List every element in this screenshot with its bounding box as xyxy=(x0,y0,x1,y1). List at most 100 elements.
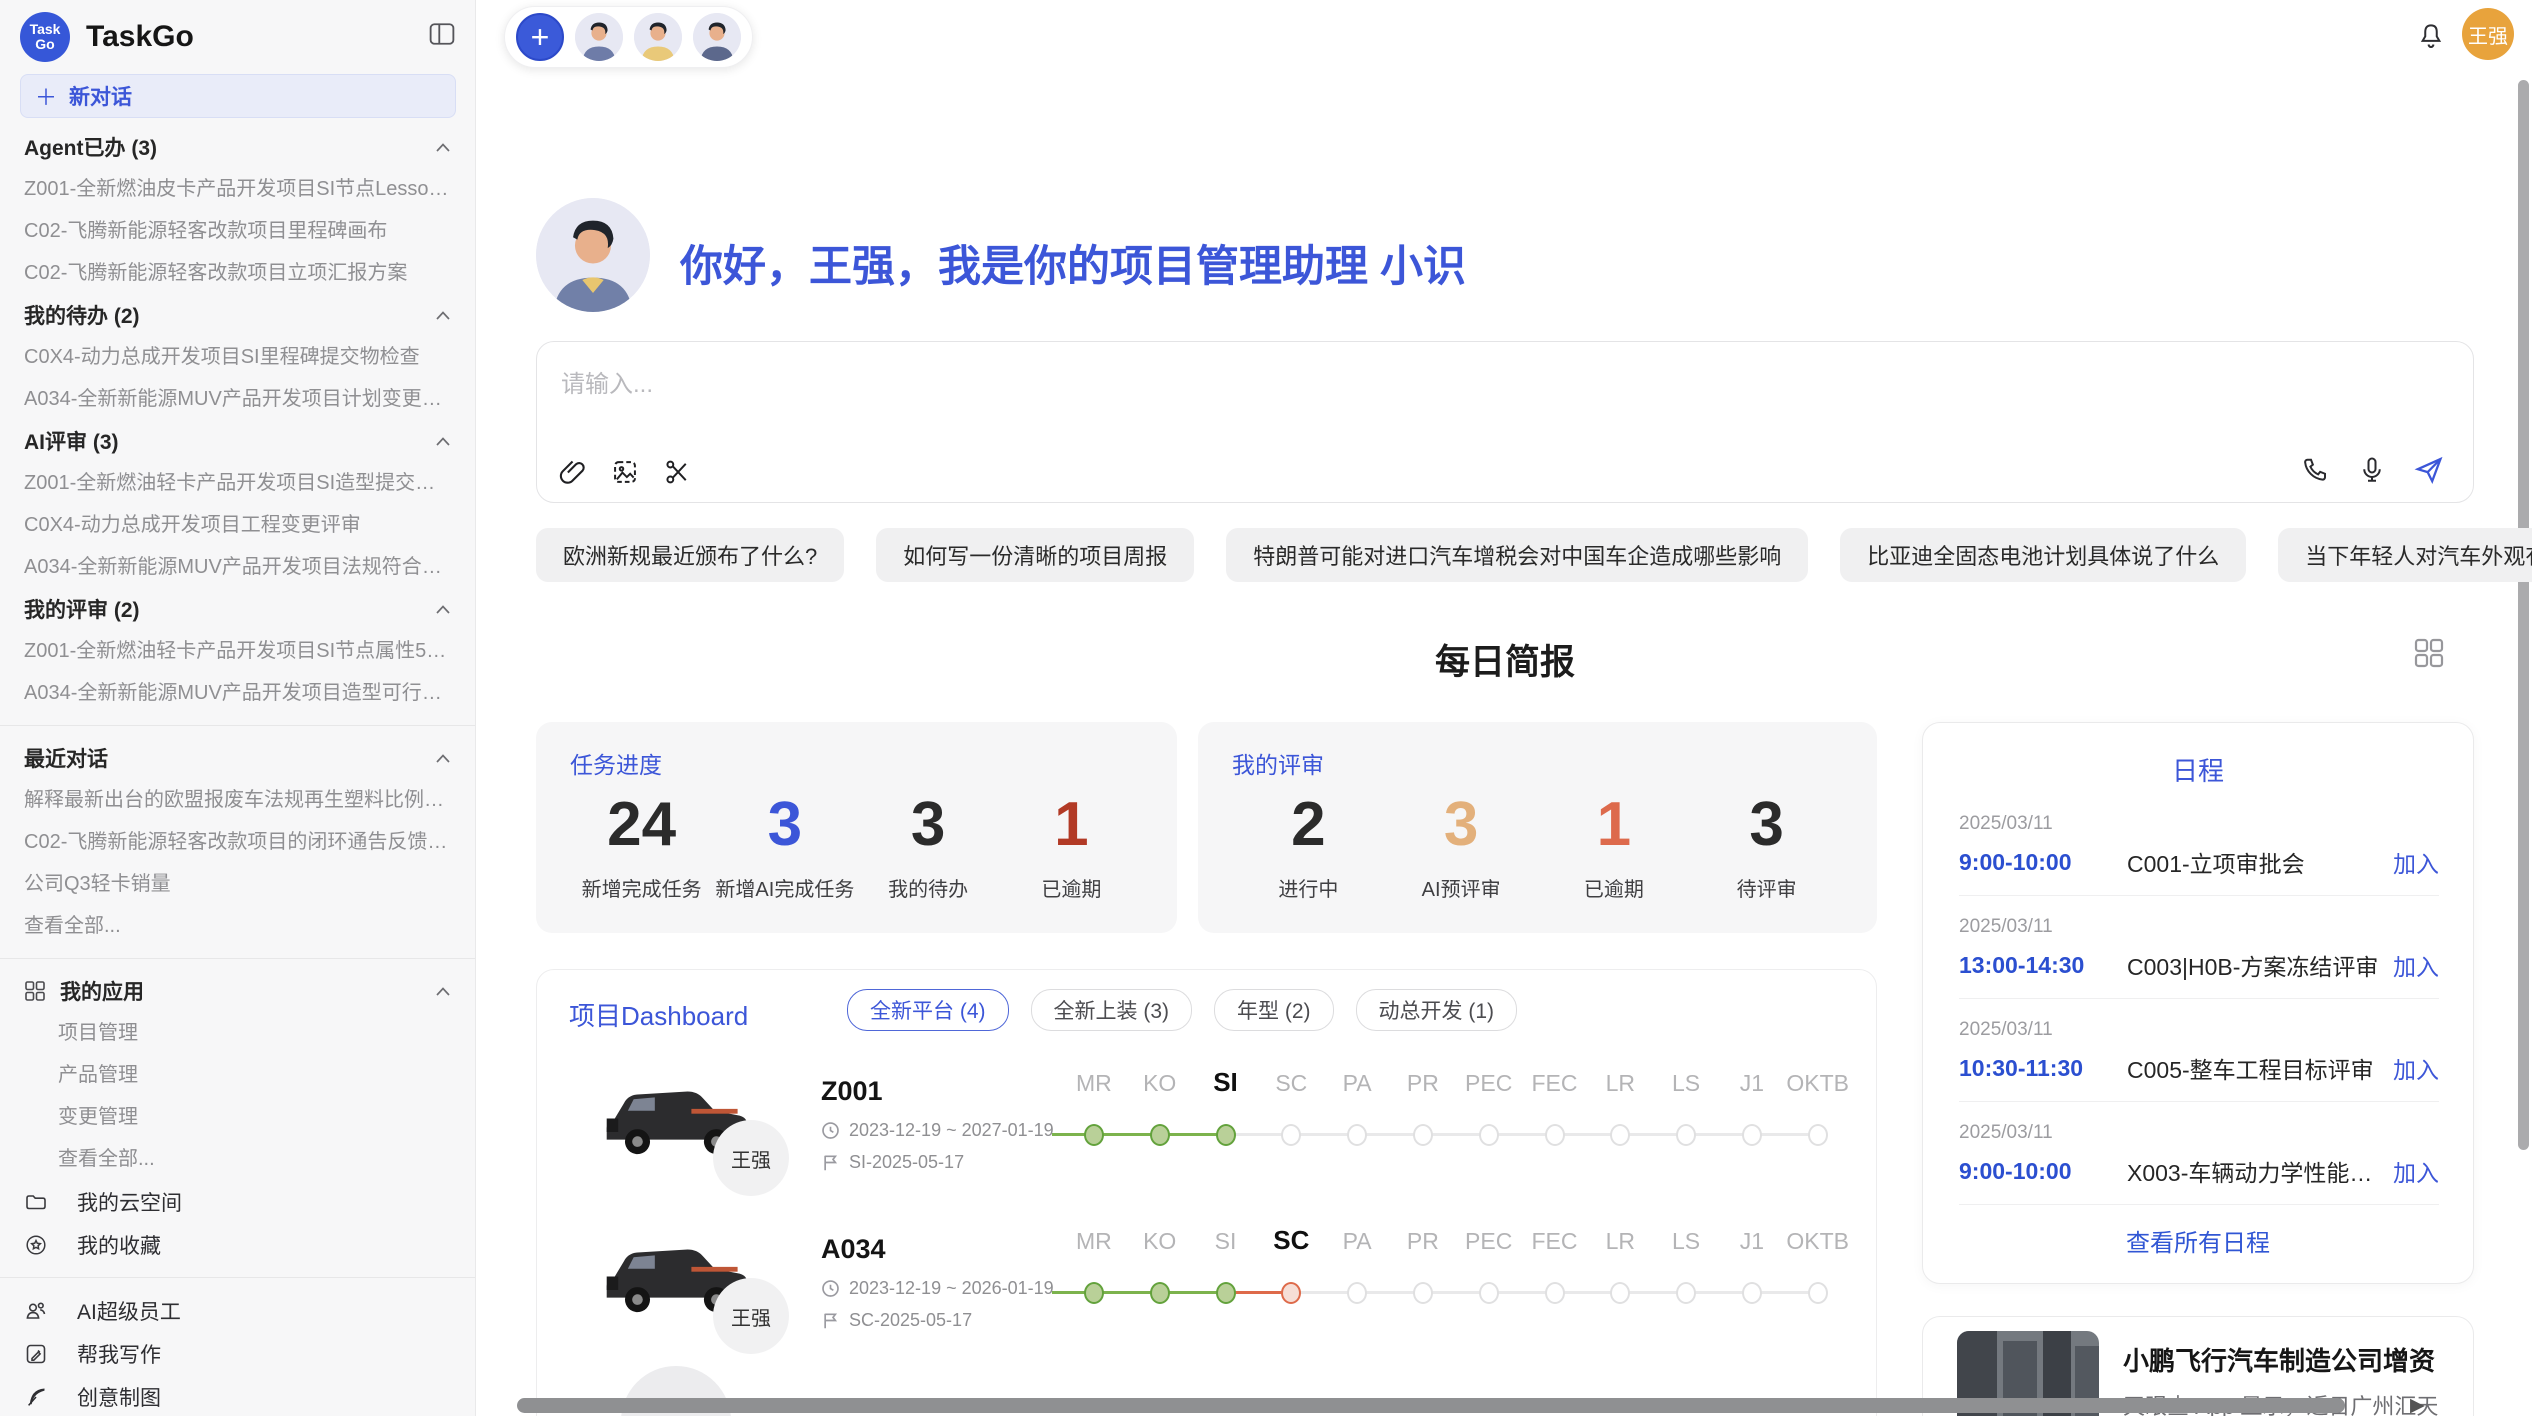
join-meeting-link[interactable]: 加入 xyxy=(2393,948,2439,982)
sidebar-tool-write[interactable]: 帮我写作 xyxy=(20,1332,455,1375)
chevron-up-icon[interactable] xyxy=(435,604,451,615)
chat-input[interactable] xyxy=(559,370,2163,400)
review-stats: 2进行中3AI预评审1已逾期3待评审 xyxy=(1232,792,1843,902)
milestone-label: PEC xyxy=(1456,1070,1522,1097)
recent-chat-item[interactable]: 查看全部... xyxy=(20,905,455,947)
milestone-dot-todo xyxy=(1610,1124,1630,1146)
milestone-label: SI xyxy=(1193,1067,1259,1098)
sidebar-tool-label: 创意制图 xyxy=(77,1382,161,1412)
stat-已逾期: 1已逾期 xyxy=(1000,792,1143,902)
schedule-item[interactable]: 2025/03/119:00-10:00X003-车辆动力学性能验...加入 xyxy=(1959,1122,2439,1188)
attach-file-icon[interactable] xyxy=(559,458,587,486)
suggestion-chip[interactable]: 如何写一份清晰的项目周报 xyxy=(876,528,1194,582)
collapse-sidebar-icon[interactable] xyxy=(429,22,455,46)
join-meeting-link[interactable]: 加入 xyxy=(2393,1051,2439,1085)
assistant-avatar-1[interactable] xyxy=(575,13,623,61)
suggestion-chip[interactable]: 特朗普可能对进口汽车增税会对中国车企造成哪些影响 xyxy=(1226,528,1808,582)
app-item[interactable]: 变更管理 xyxy=(20,1096,455,1138)
milestone-dot-todo xyxy=(1479,1282,1499,1304)
suggestion-chip[interactable]: 当下年轻人对汽车外观有怎样的喜好趋势 xyxy=(2278,528,2532,582)
app-item[interactable]: 查看全部... xyxy=(20,1138,455,1180)
recent-chat-item[interactable]: C02-飞腾新能源轻客改款项目的闭环通告反馈情况 xyxy=(20,821,455,863)
dashboard-tabs: 全新平台 (4) 全新上装 (3) 年型 (2) 动总开发 (1) xyxy=(847,989,1517,1031)
send-icon[interactable] xyxy=(2413,454,2445,486)
user-avatar[interactable]: 王强 xyxy=(2462,8,2514,60)
schedule-item-main: 10:30-11:30C005-整车工程目标评审加入 xyxy=(1959,1051,2439,1085)
sidebar-link-label: 我的云空间 xyxy=(77,1187,182,1217)
image-upload-icon[interactable] xyxy=(611,458,639,486)
divider xyxy=(0,1277,475,1278)
milestone-strip: MRKOSISCPAPRPECFECLRLSJ1OKTB xyxy=(1061,1070,1851,1166)
dashboard-tab[interactable]: 年型 (2) xyxy=(1214,989,1334,1031)
milestone-label: LS xyxy=(1653,1070,1719,1097)
view-all-schedule-link[interactable]: 查看所有日程 xyxy=(1923,1223,2473,1258)
sidebar-task-item[interactable]: A034-全新新能源MUV产品开发项目计划变更表编写 xyxy=(20,378,455,420)
chevron-up-icon[interactable] xyxy=(435,310,451,321)
stat-label: 新增AI完成任务 xyxy=(713,873,856,902)
voice-call-icon[interactable] xyxy=(2301,455,2331,485)
chevron-up-icon[interactable] xyxy=(435,986,451,997)
sidebar-task-item[interactable]: Z001-全新燃油轻卡产品开发项目SI节点属性5D文件评审 xyxy=(20,630,455,672)
sidebar-item-folder[interactable]: 我的云空间 xyxy=(20,1180,455,1223)
dashboard-tab[interactable]: 全新平台 (4) xyxy=(847,989,1009,1031)
stat-label: AI预评审 xyxy=(1385,873,1538,902)
chevron-up-icon[interactable] xyxy=(435,142,451,153)
briefing-layout-icon[interactable] xyxy=(2414,638,2444,668)
composer-left-icons xyxy=(559,458,691,486)
assistant-avatar-2[interactable] xyxy=(634,13,682,61)
vertical-scrollbar[interactable] xyxy=(2518,80,2529,1150)
new-chat-button[interactable]: ＋ 新对话 xyxy=(20,74,456,118)
project-row[interactable]: 王强A0342023-12-19 ~ 2026-01-19SC-2025-05-… xyxy=(537,1218,1876,1370)
schedule-item[interactable]: 2025/03/119:00-10:00C001-立项审批会加入 xyxy=(1959,813,2439,879)
sidebar-task-item[interactable]: A034-全新新能源MUV产品开发项目法规符合性评审 xyxy=(20,546,455,588)
dashboard-tab[interactable]: 动总开发 (1) xyxy=(1356,989,1518,1031)
sidebar-task-item[interactable]: A034-全新新能源MUV产品开发项目造型可行性评审 xyxy=(20,672,455,714)
project-row[interactable]: 王强Z0012023-12-19 ~ 2027-01-19SI-2025-05-… xyxy=(537,1060,1876,1212)
my-reviews-card: 我的评审 2进行中3AI预评审1已逾期3待评审 xyxy=(1198,722,1877,933)
sidebar-task-item[interactable]: C0X4-动力总成开发项目工程变更评审 xyxy=(20,504,455,546)
chevron-up-icon[interactable] xyxy=(435,436,451,447)
sidebar-tool-label: AI超级员工 xyxy=(77,1296,181,1326)
suggestion-chip[interactable]: 欧洲新规最近颁布了什么? xyxy=(536,528,844,582)
sidebar-task-item[interactable]: Z001-全新燃油轻卡产品开发项目SI造型提交物评审 xyxy=(20,462,455,504)
stat-label: 我的待办 xyxy=(857,873,1000,902)
scroll-right-arrow-icon[interactable]: ▶ xyxy=(2410,1394,2425,1416)
dashboard-tab[interactable]: 全新上装 (3) xyxy=(1031,989,1193,1031)
chevron-up-icon[interactable] xyxy=(435,753,451,764)
recent-chat-item[interactable]: 解释最新出台的欧盟报废车法规再生塑料比例被调至15%... xyxy=(20,779,455,821)
milestone-label: MR xyxy=(1061,1228,1127,1255)
milestone-dot-done xyxy=(1150,1124,1170,1146)
sidebar-tool-quill[interactable]: 创意制图 xyxy=(20,1375,455,1416)
milestone-label: J1 xyxy=(1719,1228,1785,1255)
sidebar-task-item[interactable]: C0X4-动力总成开发项目SI里程碑提交物检查 xyxy=(20,336,455,378)
screenshot-scissors-icon[interactable] xyxy=(663,458,691,486)
star-icon xyxy=(24,1233,48,1257)
sidebar-item-star[interactable]: 我的收藏 xyxy=(20,1223,455,1266)
task-stats: 24新增完成任务3新增AI完成任务3我的待办1已逾期 xyxy=(570,792,1143,902)
recent-chat-item[interactable]: 公司Q3轻卡销量 xyxy=(20,863,455,905)
milestone-label: PA xyxy=(1324,1228,1390,1255)
app-item[interactable]: 项目管理 xyxy=(20,1012,455,1054)
sidebar-task-item[interactable]: Z001-全新燃油皮卡产品开发项目SI节点Lesson Learn报告 xyxy=(20,168,455,210)
dashboard-title: 项目Dashboard xyxy=(569,996,748,1033)
assistant-avatar-3[interactable] xyxy=(693,13,741,61)
schedule-separator xyxy=(1959,998,2439,999)
milestone-dot-done xyxy=(1084,1124,1104,1146)
sidebar-sections: Agent已办 (3)Z001-全新燃油皮卡产品开发项目SI节点Lesson L… xyxy=(0,120,475,1416)
schedule-item[interactable]: 2025/03/1113:00-14:30C003|H0B-方案冻结评审加入 xyxy=(1959,916,2439,982)
microphone-icon[interactable] xyxy=(2357,455,2387,485)
schedule-separator xyxy=(1959,895,2439,896)
app-item[interactable]: 产品管理 xyxy=(20,1054,455,1096)
notification-bell-icon[interactable] xyxy=(2416,20,2446,52)
suggestion-chip[interactable]: 比亚迪全固态电池计划具体说了什么 xyxy=(1840,528,2246,582)
add-assistant-button[interactable]: + xyxy=(516,13,564,61)
sidebar-task-item[interactable]: C02-飞腾新能源轻客改款项目里程碑画布 xyxy=(20,210,455,252)
stat-value: 1 xyxy=(1000,792,1143,857)
join-meeting-link[interactable]: 加入 xyxy=(2393,845,2439,879)
sidebar-task-item[interactable]: C02-飞腾新能源轻客改款项目立项汇报方案 xyxy=(20,252,455,294)
schedule-separator xyxy=(1959,1101,2439,1102)
schedule-item[interactable]: 2025/03/1110:30-11:30C005-整车工程目标评审加入 xyxy=(1959,1019,2439,1085)
join-meeting-link[interactable]: 加入 xyxy=(2393,1154,2439,1188)
sidebar-tool-people[interactable]: AI超级员工 xyxy=(20,1289,455,1332)
horizontal-scrollbar[interactable] xyxy=(517,1398,2345,1413)
